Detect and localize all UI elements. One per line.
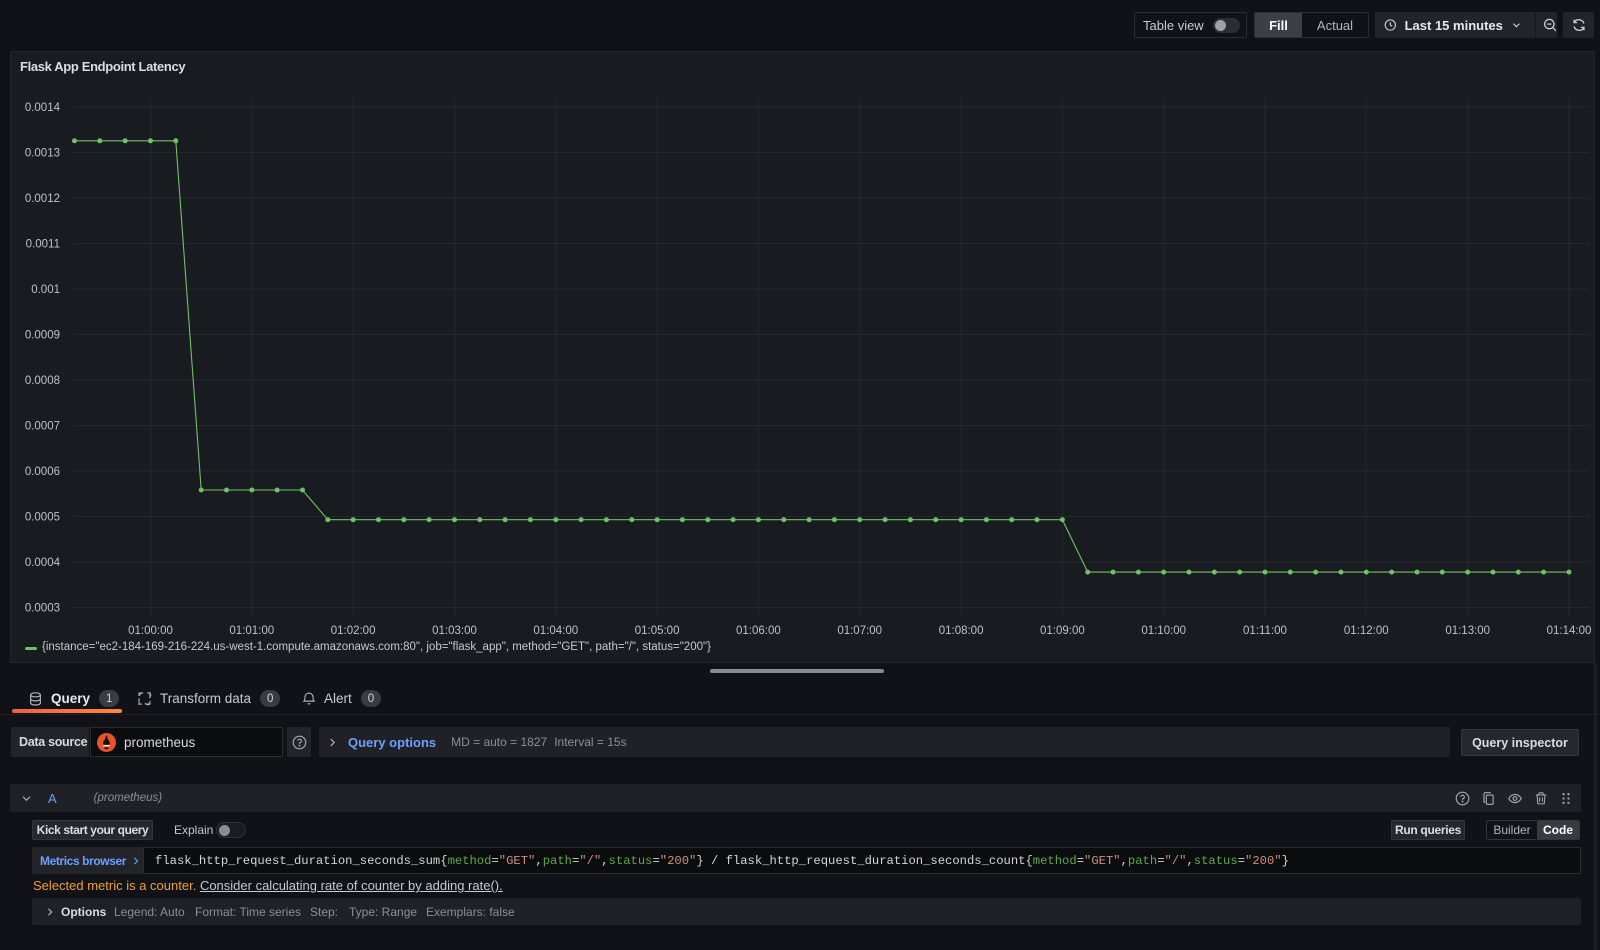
svg-text:0.0013: 0.0013 xyxy=(25,148,60,160)
svg-text:0.0004: 0.0004 xyxy=(25,557,61,569)
svg-text:01:01:00: 01:01:00 xyxy=(229,625,274,637)
svg-text:01:03:00: 01:03:00 xyxy=(432,625,477,637)
svg-text:01:12:00: 01:12:00 xyxy=(1344,625,1389,637)
svg-text:01:05:00: 01:05:00 xyxy=(635,625,680,637)
svg-text:01:04:00: 01:04:00 xyxy=(533,625,578,637)
svg-text:0.0003: 0.0003 xyxy=(25,603,60,615)
svg-text:0.0012: 0.0012 xyxy=(25,193,60,205)
svg-text:0.0014: 0.0014 xyxy=(25,102,61,114)
svg-text:0.001: 0.001 xyxy=(31,284,60,296)
svg-text:01:00:00: 01:00:00 xyxy=(128,625,173,637)
svg-text:01:11:00: 01:11:00 xyxy=(1243,625,1287,637)
svg-text:0.0005: 0.0005 xyxy=(25,512,60,524)
svg-text:01:14:00: 01:14:00 xyxy=(1547,625,1592,637)
svg-text:0.0006: 0.0006 xyxy=(25,466,60,478)
svg-text:0.0009: 0.0009 xyxy=(25,330,60,342)
svg-text:01:10:00: 01:10:00 xyxy=(1141,625,1186,637)
svg-text:01:13:00: 01:13:00 xyxy=(1445,625,1490,637)
svg-text:01:02:00: 01:02:00 xyxy=(331,625,376,637)
svg-text:0.0007: 0.0007 xyxy=(25,421,60,433)
svg-text:01:06:00: 01:06:00 xyxy=(736,625,781,637)
svg-text:0.0008: 0.0008 xyxy=(25,375,60,387)
svg-text:0.0011: 0.0011 xyxy=(26,239,60,251)
svg-text:01:07:00: 01:07:00 xyxy=(837,625,882,637)
svg-text:01:08:00: 01:08:00 xyxy=(939,625,984,637)
svg-text:01:09:00: 01:09:00 xyxy=(1040,625,1085,637)
